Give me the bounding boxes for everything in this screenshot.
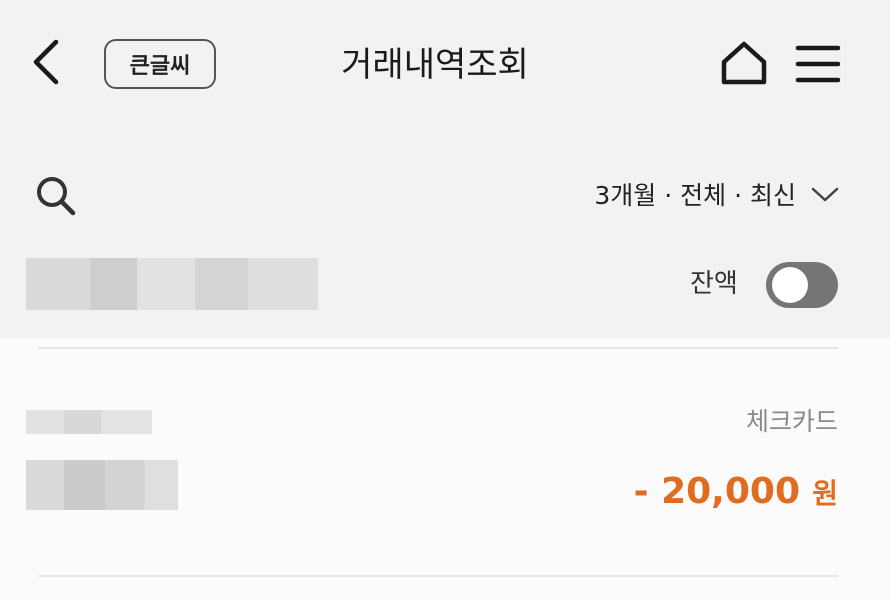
search-button[interactable]: [32, 172, 80, 220]
transaction-item[interactable]: 체크카드 - 20,000 원: [0, 352, 890, 572]
toggle-knob: [772, 267, 808, 303]
balance-toggle[interactable]: [766, 262, 838, 308]
filter-dropdown[interactable]: 3개월 · 전체 · 최신: [520, 172, 840, 216]
hamburger-menu-icon: [795, 45, 841, 83]
transaction-merchant-redacted: [26, 460, 178, 510]
chevron-left-icon: [33, 39, 59, 85]
back-button[interactable]: [22, 34, 74, 90]
search-icon: [37, 177, 76, 216]
menu-button[interactable]: [792, 38, 844, 90]
page-title: 거래내역조회: [341, 45, 529, 85]
divider: [38, 347, 838, 349]
transaction-amount: - 20,000: [633, 471, 800, 512]
home-icon: [721, 41, 767, 85]
transaction-type: 체크카드: [745, 407, 838, 436]
transaction-currency: 원: [812, 477, 838, 510]
app-header: 큰글씨 거래내역조회: [0, 0, 890, 130]
chevron-down-icon: [811, 187, 839, 202]
transaction-date-redacted: [26, 410, 152, 434]
home-button[interactable]: [716, 38, 772, 90]
balance-label: 잔액: [690, 269, 738, 299]
big-font-button[interactable]: 큰글씨: [104, 39, 216, 89]
filter-summary: 3개월 · 전체 · 최신: [594, 181, 796, 210]
divider: [38, 575, 838, 577]
account-number-redacted: [26, 258, 318, 310]
